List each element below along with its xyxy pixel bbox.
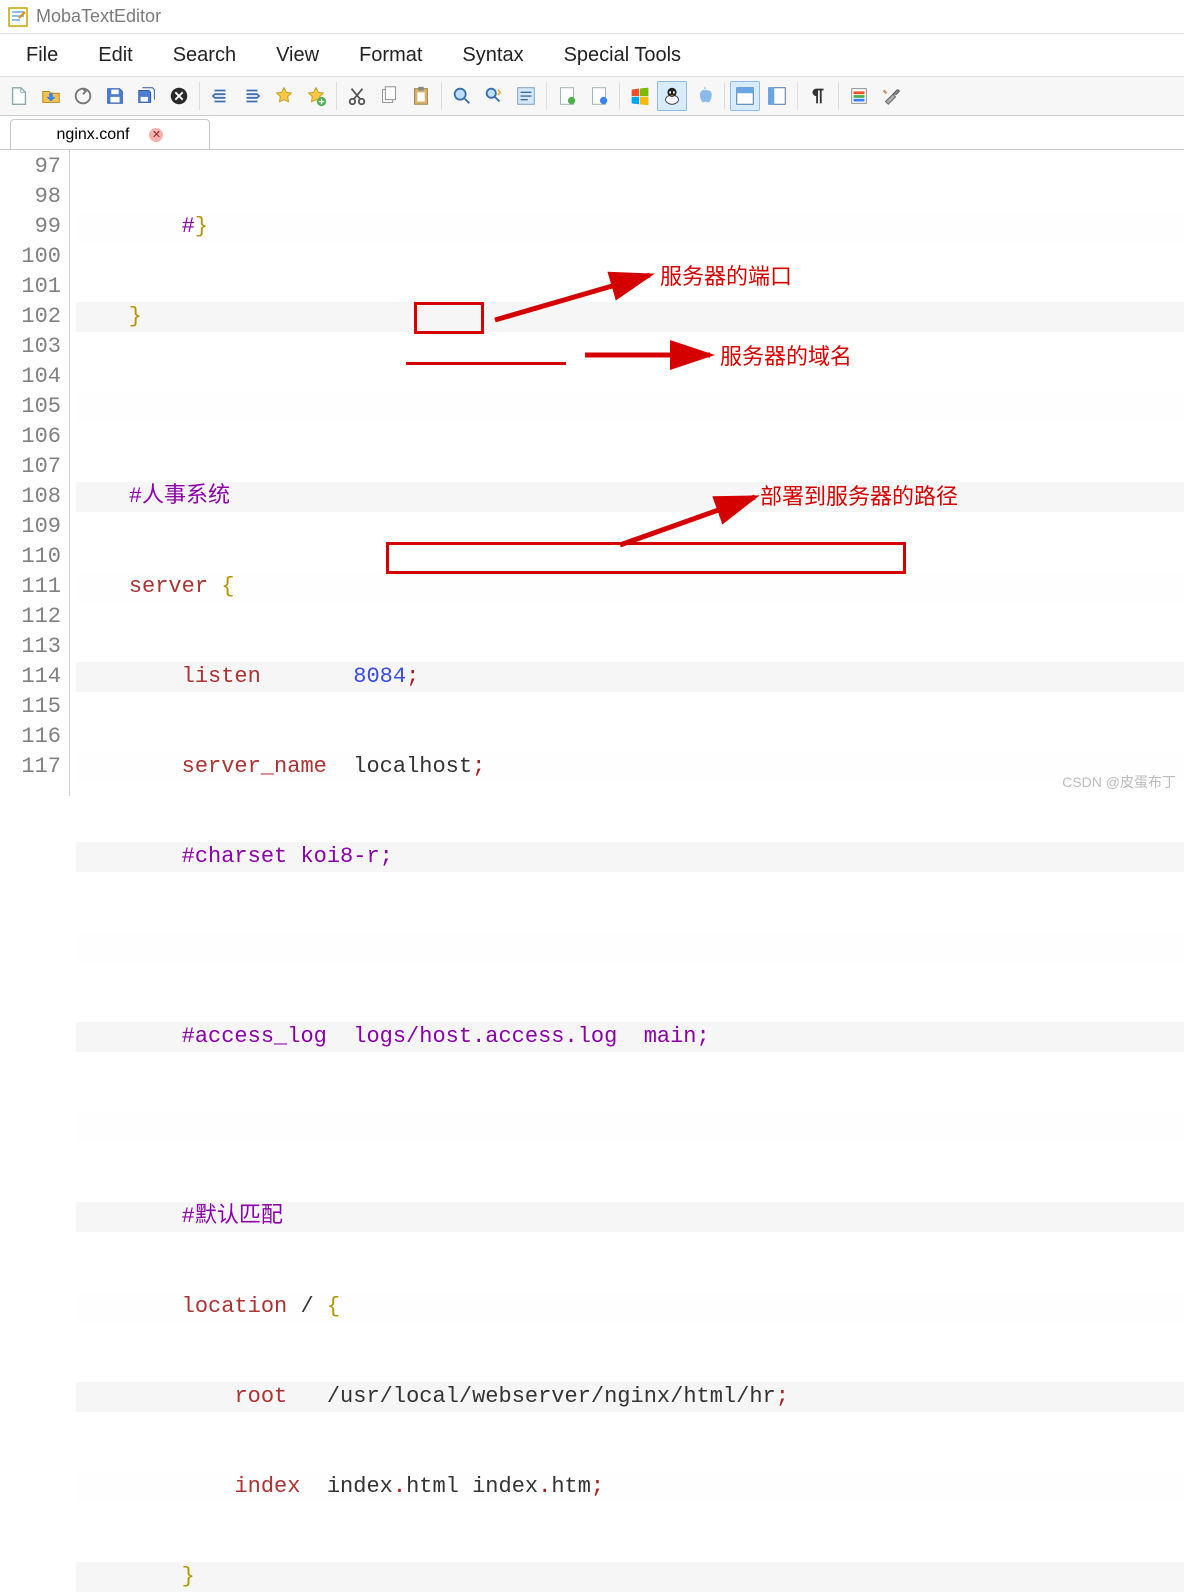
- app-title: MobaTextEditor: [36, 6, 161, 27]
- annotation-box-rootpath: [386, 542, 906, 574]
- tab-close-icon[interactable]: ✕: [149, 128, 163, 142]
- annotation-label-domain: 服务器的域名: [720, 342, 852, 372]
- line-number-gutter: 9798991001011021031041051061071081091101…: [0, 150, 70, 796]
- bookmark-add-icon[interactable]: [301, 81, 331, 111]
- save-all-icon[interactable]: [132, 81, 162, 111]
- save-icon[interactable]: [100, 81, 130, 111]
- host-value: localhost: [353, 754, 472, 779]
- menu-special-tools[interactable]: Special Tools: [544, 38, 701, 73]
- panel-a-icon[interactable]: [730, 81, 760, 111]
- comment-accesslog: #access_log logs/host.access.log main;: [182, 1024, 710, 1049]
- toolbar: [0, 76, 1184, 116]
- tabs-bar: nginx.conf ✕: [0, 116, 1184, 150]
- pilcrow-icon[interactable]: [803, 81, 833, 111]
- find-replace-icon[interactable]: [479, 81, 509, 111]
- tab-label: nginx.conf: [57, 126, 130, 144]
- comment-charset: #charset koi8-r;: [182, 844, 393, 869]
- word-wrap-icon[interactable]: [511, 81, 541, 111]
- paste-icon[interactable]: [406, 81, 436, 111]
- app-logo-icon: [8, 7, 28, 27]
- watermark: CSDN @皮蛋布丁: [1062, 772, 1176, 792]
- tools-icon[interactable]: [876, 81, 906, 111]
- annotation-label-port: 服务器的端口: [660, 262, 792, 292]
- indent-left-icon[interactable]: [205, 81, 235, 111]
- close-icon[interactable]: [164, 81, 194, 111]
- kw-server: server: [129, 574, 208, 599]
- doc-b-icon[interactable]: [584, 81, 614, 111]
- comment-hr: #人事系统: [129, 484, 230, 509]
- zoom-icon[interactable]: [447, 81, 477, 111]
- kw-server-name: server_name: [182, 754, 327, 779]
- windows-icon[interactable]: [625, 81, 655, 111]
- open-file-icon[interactable]: [36, 81, 66, 111]
- code-area[interactable]: #} } #人事系统 server { listen 8084; server_…: [70, 150, 1184, 796]
- annotation-arrow-domain: [580, 335, 720, 375]
- panel-b-icon[interactable]: [762, 81, 792, 111]
- reload-icon[interactable]: [68, 81, 98, 111]
- menu-search[interactable]: Search: [153, 38, 256, 73]
- doc-a-icon[interactable]: [552, 81, 582, 111]
- apple-icon[interactable]: [689, 81, 719, 111]
- copy-icon[interactable]: [374, 81, 404, 111]
- kw-location: location: [182, 1294, 288, 1319]
- indent-right-icon[interactable]: [237, 81, 267, 111]
- menu-bar: File Edit Search View Format Syntax Spec…: [0, 34, 1184, 76]
- linux-icon[interactable]: [657, 81, 687, 111]
- menu-syntax[interactable]: Syntax: [442, 38, 543, 73]
- root-path-value: /usr/local/webserver/nginx/html/hr: [327, 1384, 776, 1409]
- comment-default-match: #默认匹配: [182, 1204, 283, 1229]
- annotation-underline-host: [406, 362, 566, 365]
- kw-listen: listen: [182, 664, 261, 689]
- code-editor[interactable]: 9798991001011021031041051061071081091101…: [0, 150, 1184, 796]
- menu-edit[interactable]: Edit: [78, 38, 152, 73]
- port-value: 8084: [353, 664, 406, 689]
- menu-view[interactable]: View: [256, 38, 339, 73]
- menu-format[interactable]: Format: [339, 38, 442, 73]
- menu-file[interactable]: File: [6, 38, 78, 73]
- kw-root: root: [234, 1384, 287, 1409]
- highlight-icon[interactable]: [844, 81, 874, 111]
- cut-icon[interactable]: [342, 81, 372, 111]
- new-file-icon[interactable]: [4, 81, 34, 111]
- title-bar: MobaTextEditor: [0, 0, 1184, 34]
- bookmark-icon[interactable]: [269, 81, 299, 111]
- tab-nginx-conf[interactable]: nginx.conf ✕: [10, 119, 210, 149]
